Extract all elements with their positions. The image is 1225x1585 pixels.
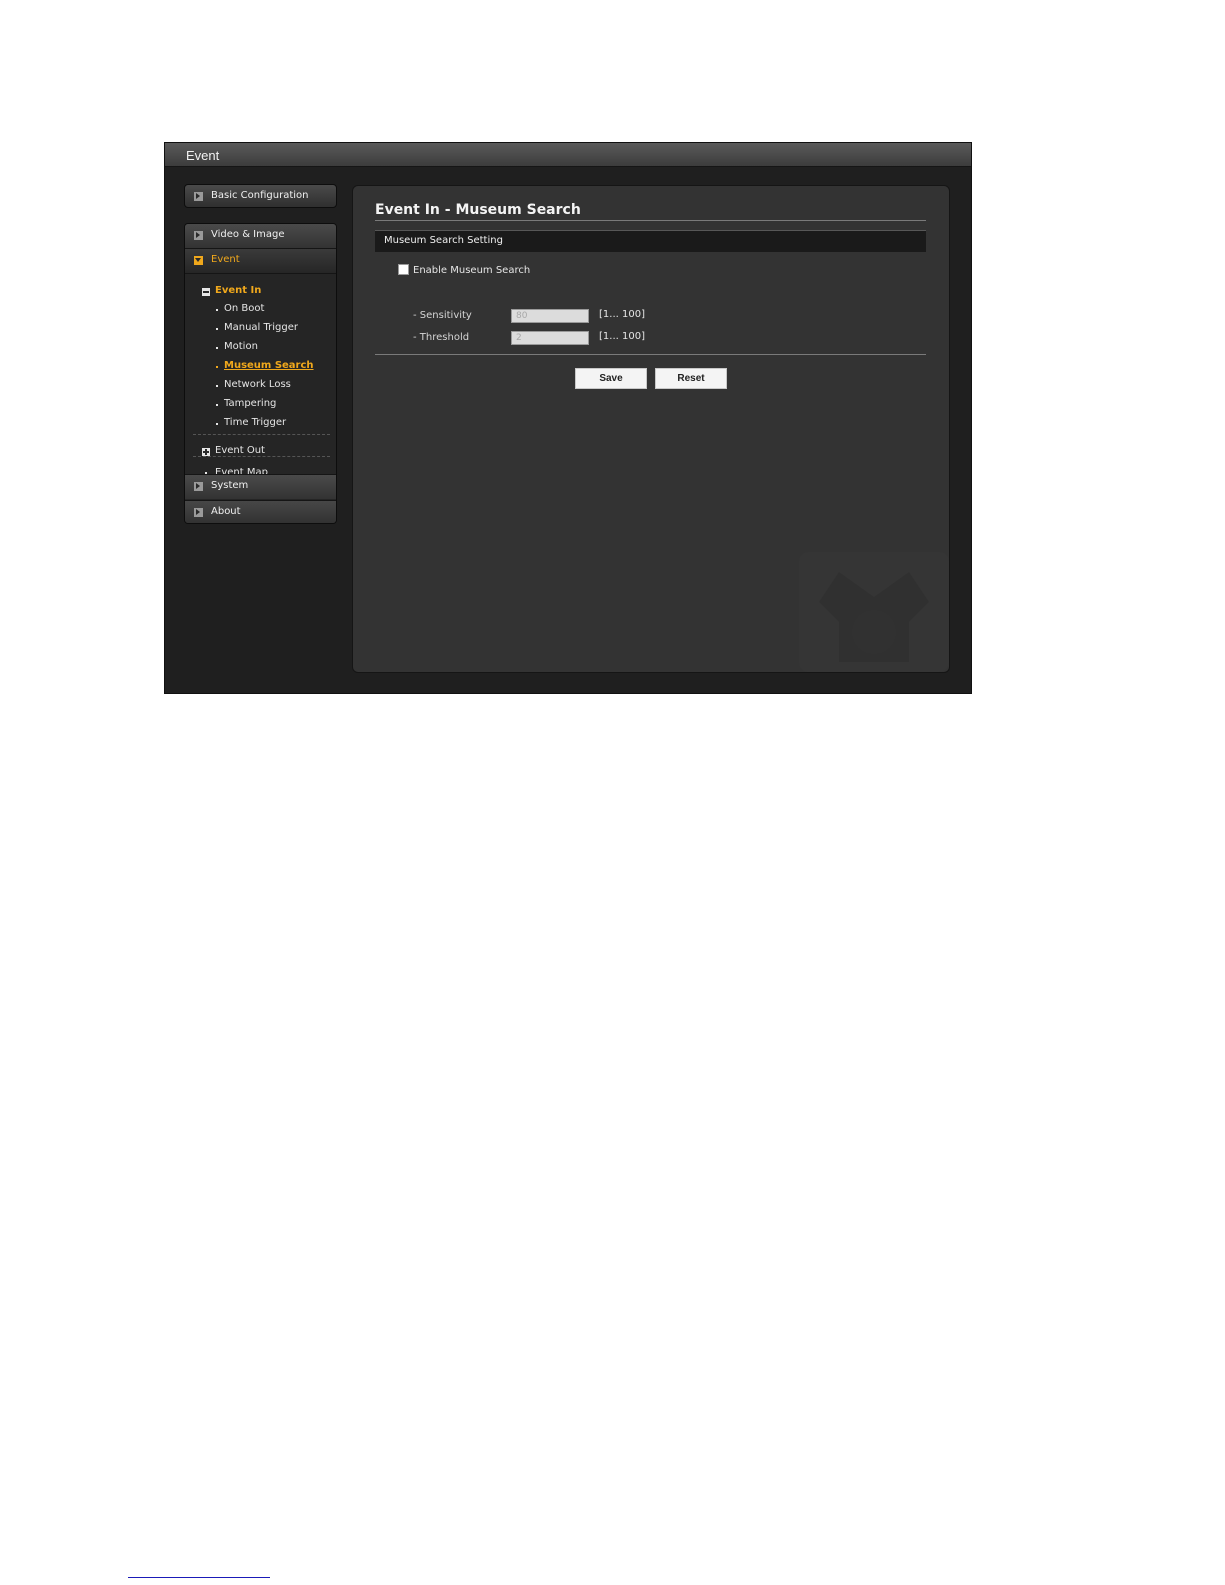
bullet-icon bbox=[216, 309, 218, 311]
footnote-separator bbox=[128, 1577, 270, 1578]
arrow-right-icon bbox=[194, 508, 203, 517]
bullet-icon bbox=[216, 385, 218, 387]
bullet-icon bbox=[216, 347, 218, 349]
bullet-icon bbox=[216, 328, 218, 330]
tree-on-boot[interactable]: On Boot bbox=[224, 303, 264, 314]
expand-icon[interactable] bbox=[202, 448, 210, 456]
nav-about[interactable]: About bbox=[185, 500, 336, 523]
bullet-icon bbox=[216, 423, 218, 425]
section-title: Museum Search Setting bbox=[384, 235, 503, 246]
tree-tampering[interactable]: Tampering bbox=[224, 398, 276, 409]
title-bar: Event bbox=[165, 143, 971, 167]
bullet-icon bbox=[216, 366, 218, 368]
tree-museum-search[interactable]: Museum Search bbox=[224, 360, 314, 371]
divider bbox=[375, 220, 926, 221]
divider bbox=[193, 434, 330, 435]
bullet-icon bbox=[216, 404, 218, 406]
sensitivity-input[interactable]: 80 bbox=[511, 309, 589, 323]
window-title: Event bbox=[186, 148, 220, 163]
nav-label: System bbox=[211, 480, 249, 491]
threshold-input[interactable]: 2 bbox=[511, 331, 589, 345]
sidebar-menu: Video & Image Event Event In On Boot Man… bbox=[184, 223, 337, 524]
tree-manual-trigger[interactable]: Manual Trigger bbox=[224, 322, 298, 333]
arrow-down-icon bbox=[194, 256, 203, 265]
nav-label: Basic Configuration bbox=[211, 190, 309, 201]
section-header: Museum Search Setting bbox=[375, 230, 926, 252]
reset-button[interactable]: Reset bbox=[655, 368, 727, 389]
divider bbox=[193, 456, 330, 457]
nav-system[interactable]: System bbox=[185, 474, 336, 499]
nav-label: Event bbox=[211, 254, 240, 265]
arrow-right-icon bbox=[194, 192, 203, 201]
enable-museum-search-checkbox[interactable] bbox=[398, 264, 409, 275]
nav-basic-configuration[interactable]: Basic Configuration bbox=[184, 184, 337, 208]
collapse-icon[interactable] bbox=[202, 288, 210, 296]
enable-museum-search-label: Enable Museum Search bbox=[413, 265, 531, 276]
threshold-label: - Threshold bbox=[413, 332, 470, 343]
sensitivity-range: [1... 100] bbox=[599, 309, 645, 320]
divider bbox=[375, 354, 926, 355]
tree-event-out[interactable]: Event Out bbox=[215, 445, 265, 456]
arrow-right-icon bbox=[194, 482, 203, 491]
camera-web-ui: Event Basic Configuration Video & Image … bbox=[164, 142, 972, 694]
content-panel: Event In - Museum Search Museum Search S… bbox=[352, 185, 950, 673]
tree-event-in[interactable]: Event In bbox=[215, 285, 261, 296]
tree-network-loss[interactable]: Network Loss bbox=[224, 379, 291, 390]
threshold-range: [1... 100] bbox=[599, 331, 645, 342]
nav-event[interactable]: Event bbox=[185, 249, 336, 274]
page-title: Event In - Museum Search bbox=[375, 202, 581, 218]
nav-video-image[interactable]: Video & Image bbox=[185, 224, 336, 249]
nav-label: Video & Image bbox=[211, 229, 285, 240]
save-button[interactable]: Save bbox=[575, 368, 647, 389]
tree-motion[interactable]: Motion bbox=[224, 341, 258, 352]
nav-label: About bbox=[211, 506, 241, 517]
camera-watermark-icon bbox=[799, 552, 949, 672]
sensitivity-label: - Sensitivity bbox=[413, 310, 472, 321]
arrow-right-icon bbox=[194, 231, 203, 240]
tree-time-trigger[interactable]: Time Trigger bbox=[224, 417, 286, 428]
